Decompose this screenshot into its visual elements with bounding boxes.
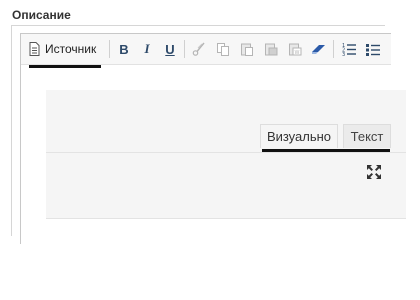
fullscreen-button[interactable] (364, 162, 384, 182)
tab-visual[interactable]: Визуально (260, 124, 338, 148)
bulleted-list-icon (366, 44, 380, 56)
bold-icon: B (119, 41, 129, 57)
tab-text-label: Текст (350, 129, 384, 144)
svg-text:W: W (295, 50, 300, 56)
copy-icon (217, 43, 229, 56)
cut-icon (192, 42, 205, 56)
paste-button[interactable] (237, 39, 257, 59)
tabs-divider (46, 152, 406, 153)
editor-content-area[interactable] (46, 219, 406, 300)
toolbar-separator (109, 40, 110, 58)
paste-text-icon (265, 43, 278, 56)
paste-word-icon: W (289, 43, 302, 56)
svg-text:3: 3 (342, 52, 345, 56)
paste-word-button[interactable]: W (285, 39, 305, 59)
numbered-list-icon: 1 2 3 (342, 43, 356, 56)
bold-button[interactable]: B (115, 39, 133, 59)
toolbar-separator (184, 40, 185, 58)
bulleted-list-button[interactable] (363, 39, 383, 59)
document-icon (29, 42, 40, 56)
underline-button[interactable]: U (161, 39, 179, 59)
cut-button[interactable] (189, 39, 209, 59)
italic-button[interactable]: I (138, 39, 156, 59)
toolbar-focus-indicator (29, 65, 101, 68)
fullscreen-icon (367, 165, 381, 179)
italic-icon: I (144, 41, 150, 56)
tab-visual-label: Визуально (266, 129, 332, 144)
eraser-icon (312, 45, 325, 54)
tab-text[interactable]: Текст (343, 124, 391, 148)
toolbar-separator (333, 40, 334, 58)
source-button[interactable]: Источник (25, 39, 105, 59)
numbered-list-button[interactable]: 1 2 3 (339, 39, 359, 59)
wp-editor-panel: Визуально Текст (46, 90, 406, 300)
field-label: Описание (12, 8, 71, 22)
paste-icon (241, 43, 253, 56)
remove-format-button[interactable] (309, 39, 329, 59)
underline-icon: U (165, 41, 175, 57)
editor-toolbar: Источник B I U W 1 2 3 (21, 34, 391, 65)
source-button-label: Источник (45, 42, 97, 56)
copy-button[interactable] (213, 39, 233, 59)
paste-text-button[interactable] (261, 39, 281, 59)
